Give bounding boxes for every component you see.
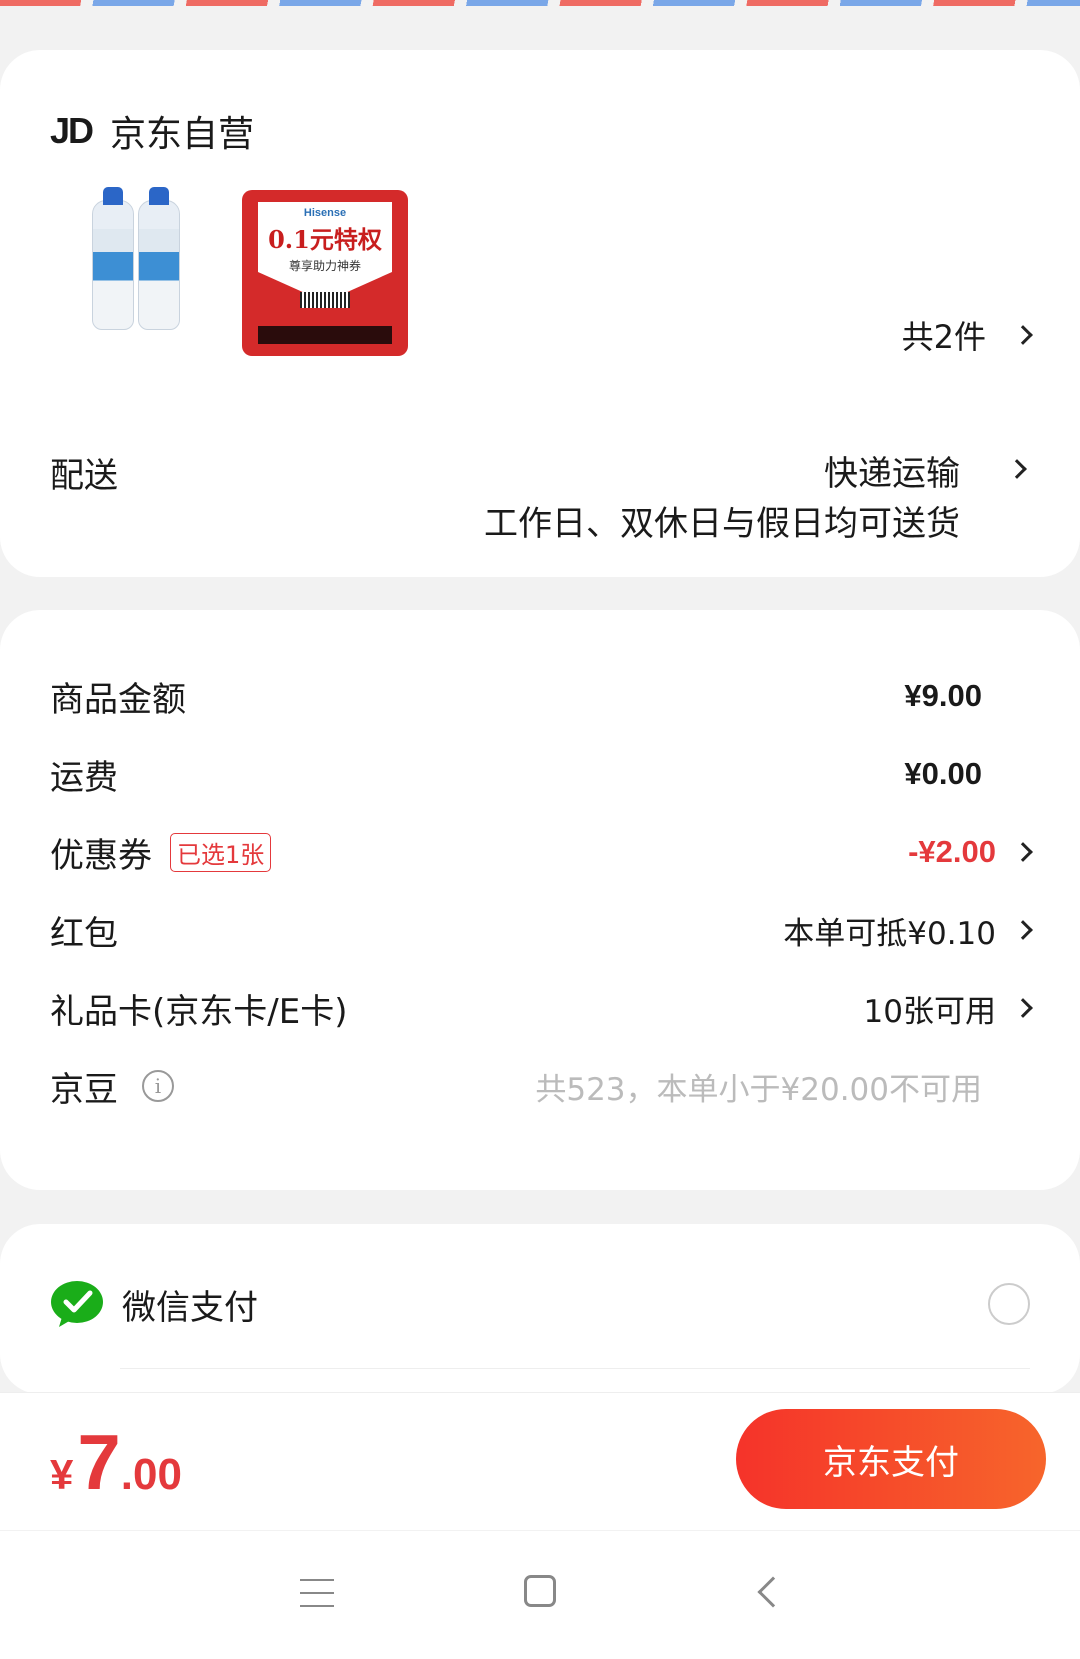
chevron-right-icon	[1013, 998, 1033, 1018]
total-price: ¥ 7 .00	[50, 1417, 182, 1508]
item-count-link[interactable]: 共2件	[901, 312, 1033, 358]
chevron-right-icon	[1013, 325, 1033, 345]
wechat-icon	[50, 1277, 104, 1331]
total-integer: 7	[77, 1418, 121, 1506]
coupon-selected-badge: 已选1张	[170, 832, 272, 872]
coupon-label: 优惠券	[50, 835, 152, 876]
product-thumbnail-coupon[interactable]: Hisense 0.1元特权 尊享助力神券	[242, 190, 408, 356]
product-thumbnail-bottles[interactable]	[50, 187, 216, 356]
goods-amount-row: 商品金额 ¥9.00	[50, 666, 1030, 726]
red-packet-label: 红包	[50, 913, 118, 954]
shop-header: JD 京东自营	[50, 105, 254, 157]
shipping-fee-row: 运费 ¥0.00	[50, 744, 1030, 804]
bottle-image	[138, 187, 180, 330]
coupon-value: -¥2.00	[908, 834, 996, 869]
coupon-card: Hisense 0.1元特权 尊享助力神券	[258, 202, 392, 302]
shipping-note: 工作日、双休日与假日均可送货	[484, 504, 960, 544]
divider	[120, 1368, 1030, 1369]
coupon-label-group: 优惠券 已选1张	[50, 828, 272, 877]
goods-amount-value: ¥9.00	[904, 678, 982, 713]
bottle-image	[92, 187, 134, 330]
jd-beans-row: 京豆 i 共523，本单小于¥20.00不可用	[50, 1056, 1030, 1116]
shipping-method[interactable]: 快递运输	[824, 446, 960, 495]
gift-card-label: 礼品卡(京东卡/E卡)	[50, 991, 348, 1032]
system-nav-bar	[0, 1531, 1080, 1659]
shipping-fee-value: ¥0.00	[904, 756, 982, 791]
gift-card-value: 10张可用	[863, 993, 996, 1030]
back-icon[interactable]	[757, 1576, 789, 1608]
shipping-label: 配送	[50, 456, 118, 496]
total-currency: ¥	[50, 1451, 74, 1498]
red-packet-row[interactable]: 红包 本单可抵¥0.10	[50, 900, 1033, 960]
coupon-footer	[258, 326, 392, 344]
shipping-fee-label: 运费	[50, 757, 118, 798]
checkout-bar: ¥ 7 .00 京东支付	[0, 1392, 1080, 1530]
wechat-pay-label: 微信支付	[122, 1287, 258, 1328]
total-decimal: .00	[120, 1450, 182, 1499]
jd-beans-label-group: 京豆 i	[50, 1062, 174, 1111]
shop-card: JD 京东自营 Hisense 0.1元特权 尊享助力神券 共2件 配送 快递运…	[0, 50, 1080, 577]
chevron-right-icon[interactable]	[1007, 459, 1027, 479]
shop-name: 京东自营	[110, 114, 255, 155]
jd-beans-value: 共523，本单小于¥20.00不可用	[535, 1071, 982, 1108]
goods-amount-label: 商品金额	[50, 679, 186, 720]
gift-card-row[interactable]: 礼品卡(京东卡/E卡) 10张可用	[50, 978, 1033, 1038]
chevron-right-icon	[1013, 842, 1033, 862]
jd-logo-icon: JD	[50, 110, 94, 151]
jd-pay-button[interactable]: 京东支付	[736, 1409, 1046, 1509]
price-breakdown-card: 商品金额 ¥9.00 运费 ¥0.00 优惠券 已选1张 -¥2.00 红包 本…	[0, 610, 1080, 1190]
barcode-graphic	[300, 292, 350, 308]
red-packet-value: 本单可抵¥0.10	[783, 915, 996, 952]
info-icon[interactable]: i	[142, 1070, 174, 1102]
payment-radio[interactable]	[988, 1283, 1030, 1325]
wechat-pay-option[interactable]: 微信支付	[50, 1274, 1030, 1334]
chevron-right-icon	[1013, 920, 1033, 940]
coupon-brand: Hisense	[303, 207, 347, 219]
payment-method-card: 微信支付	[0, 1224, 1080, 1394]
home-icon[interactable]	[524, 1575, 556, 1607]
airmail-border	[0, 0, 1080, 18]
coupon-row[interactable]: 优惠券 已选1张 -¥2.00	[50, 822, 1033, 882]
menu-icon[interactable]	[300, 1579, 334, 1607]
jd-beans-label: 京豆	[50, 1069, 118, 1110]
coupon-subline: 尊享助力神券	[288, 259, 361, 273]
coupon-headline: 0.1元特权	[268, 225, 382, 254]
item-count-label: 共2件	[901, 318, 986, 356]
